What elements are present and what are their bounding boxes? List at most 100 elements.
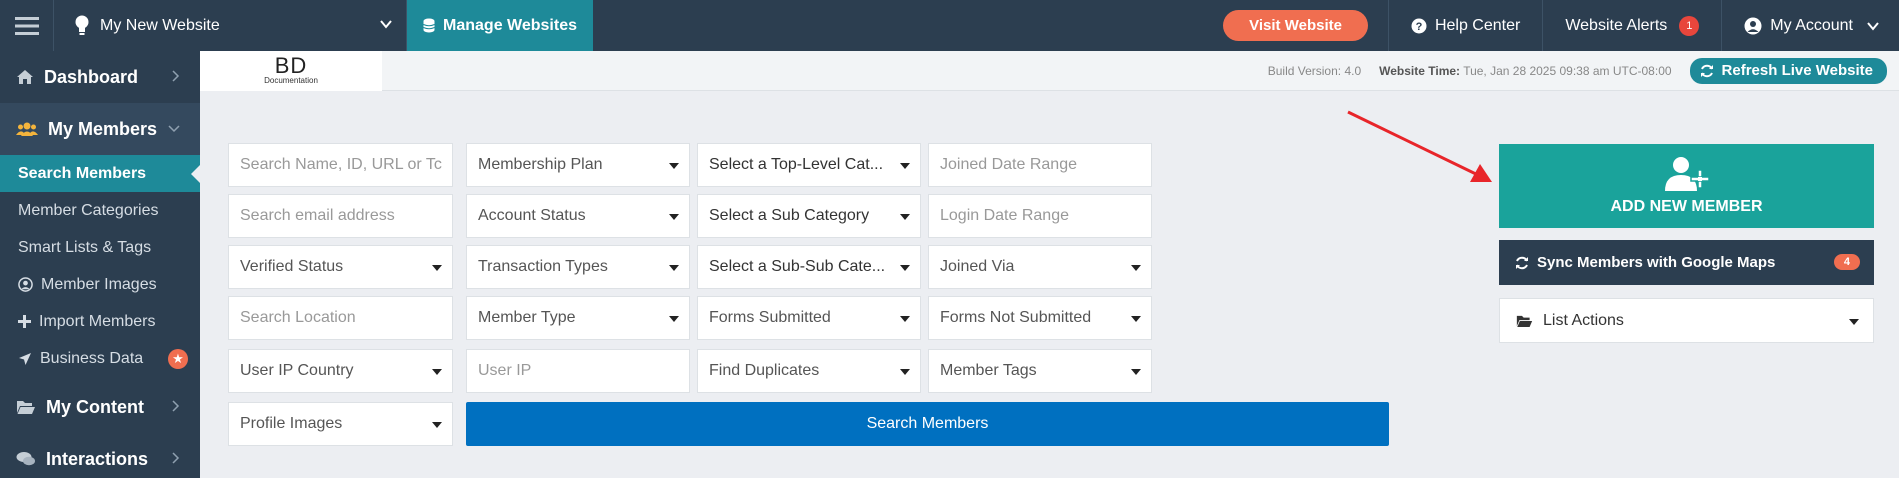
transaction-types-select[interactable]: Transaction Types (466, 245, 690, 289)
search-location-input[interactable]: Search Location (228, 296, 453, 340)
caret-down-icon (900, 214, 910, 220)
caret-down-icon (432, 369, 442, 375)
search-email-input[interactable]: Search email address (228, 194, 453, 238)
visit-website-button[interactable]: Visit Website (1223, 10, 1368, 41)
help-center-link[interactable]: ? Help Center (1387, 0, 1542, 51)
member-tags-select[interactable]: Member Tags (928, 349, 1152, 393)
sidebar-item-member-images[interactable]: Member Images (0, 266, 200, 303)
find-duplicates-select[interactable]: Find Duplicates (697, 349, 921, 393)
sidebar-item-my-content[interactable]: My Content (0, 381, 200, 433)
top-category-label: Select a Top-Level Cat... (709, 156, 884, 173)
sidebar-item-business-data[interactable]: Business Data ★ (0, 340, 200, 377)
member-categories-label: Member Categories (18, 201, 159, 219)
search-name-placeholder: Search Name, ID, URL or Tc (240, 156, 442, 173)
sub-category-label: Select a Sub Category (709, 207, 870, 224)
search-members-label: Search Members (18, 164, 147, 182)
joined-date-range-input[interactable]: Joined Date Range (928, 143, 1152, 187)
sidebar-item-smart-lists[interactable]: Smart Lists & Tags (0, 229, 200, 266)
login-date-placeholder: Login Date Range (940, 207, 1069, 224)
sidebar-item-search-members[interactable]: Search Members (0, 155, 201, 192)
smart-lists-label: Smart Lists & Tags (18, 238, 152, 256)
add-new-member-button[interactable]: ADD NEW MEMBER (1499, 144, 1874, 228)
joined-via-select[interactable]: Joined Via (928, 245, 1152, 289)
website-alerts-link[interactable]: Website Alerts 1 (1542, 0, 1721, 51)
forms-submitted-select[interactable]: Forms Submitted (697, 296, 921, 340)
sidebar-item-member-categories[interactable]: Member Categories (0, 192, 200, 229)
chevron-down-icon (1867, 22, 1879, 31)
search-name-input[interactable]: Search Name, ID, URL or Tc (228, 143, 453, 187)
caret-down-icon (669, 163, 679, 169)
membership-plan-select[interactable]: Membership Plan (466, 143, 690, 187)
database-icon (423, 18, 435, 33)
member-type-select[interactable]: Member Type (466, 296, 690, 340)
caret-down-icon (900, 163, 910, 169)
folder-open-icon (1516, 315, 1533, 327)
user-ip-country-select[interactable]: User IP Country (228, 349, 453, 393)
alerts-count-badge: 1 (1679, 15, 1700, 36)
menu-toggle-button[interactable] (0, 0, 54, 51)
site-logo[interactable]: BD Documentation (200, 50, 382, 91)
website-time: Website Time: Tue, Jan 28 2025 09:38 am … (1379, 64, 1671, 78)
refresh-live-website-label: Refresh Live Website (1721, 62, 1873, 79)
caret-down-icon (900, 265, 910, 271)
caret-down-icon (669, 214, 679, 220)
caret-down-icon (1849, 319, 1859, 325)
manage-websites-button[interactable]: Manage Websites (407, 0, 593, 51)
caret-down-icon (900, 316, 910, 322)
website-selector[interactable]: My New Website (54, 0, 407, 51)
users-icon (16, 122, 38, 136)
annotation-arrow (1347, 110, 1492, 182)
sidebar-item-dashboard[interactable]: Dashboard (0, 51, 200, 103)
joined-via-label: Joined Via (940, 258, 1015, 275)
profile-images-select[interactable]: Profile Images (228, 402, 453, 446)
folder-open-icon (17, 401, 35, 414)
website-time-label: Website Time: (1379, 63, 1461, 78)
comments-icon (16, 452, 35, 466)
sub-sub-category-select[interactable]: Select a Sub-Sub Cate... (697, 245, 921, 289)
manage-websites-label: Manage Websites (443, 16, 577, 34)
refresh-live-website-button[interactable]: Refresh Live Website (1689, 57, 1887, 84)
my-account-link[interactable]: My Account (1721, 0, 1899, 51)
refresh-icon (1516, 256, 1528, 269)
forms-not-submitted-label: Forms Not Submitted (940, 309, 1092, 326)
interactions-label: Interactions (46, 448, 149, 469)
business-data-label: Business Data (40, 349, 144, 367)
forms-not-submitted-select[interactable]: Forms Not Submitted (928, 296, 1152, 340)
caret-down-icon (669, 316, 679, 322)
sidebar-item-my-members[interactable]: My Members (0, 103, 200, 155)
chevron-right-icon (172, 70, 180, 82)
sub-category-select[interactable]: Select a Sub Category (697, 194, 921, 238)
sidebar-item-import-members[interactable]: Import Members (0, 303, 200, 340)
search-email-placeholder: Search email address (240, 207, 395, 224)
top-level-category-select[interactable]: Select a Top-Level Cat... (697, 143, 921, 187)
sub-sub-category-label: Select a Sub-Sub Cate... (709, 258, 886, 275)
user-circle-icon (1744, 17, 1762, 34)
star-icon: ★ (168, 349, 188, 369)
location-arrow-icon (19, 352, 31, 365)
chevron-right-icon (172, 400, 180, 412)
build-version: Build Version: 4.0 (1267, 63, 1362, 78)
sub-header: BD Documentation Build Version: 4.0 Webs… (200, 50, 1899, 91)
caret-down-icon (1131, 369, 1141, 375)
logo-subtitle: Documentation (264, 76, 318, 85)
search-members-button[interactable]: Search Members (466, 402, 1389, 446)
verified-status-label: Verified Status (240, 258, 344, 275)
caret-down-icon (900, 369, 910, 375)
account-status-select[interactable]: Account Status (466, 194, 690, 238)
verified-status-select[interactable]: Verified Status (228, 245, 453, 289)
sidebar-item-interactions[interactable]: Interactions (0, 433, 200, 478)
user-ip-input[interactable]: User IP (466, 349, 690, 393)
sync-google-maps-label: Sync Members with Google Maps (1537, 254, 1776, 271)
sync-google-maps-button[interactable]: Sync Members with Google Maps 4 (1499, 240, 1874, 285)
user-ip-country-label: User IP Country (240, 362, 354, 379)
list-actions-dropdown[interactable]: List Actions (1499, 298, 1874, 343)
import-members-label: Import Members (39, 312, 156, 330)
account-status-label: Account Status (478, 207, 586, 224)
dashboard-label: Dashboard (44, 66, 139, 87)
caret-down-icon (1131, 265, 1141, 271)
home-icon (17, 70, 33, 84)
login-date-range-input[interactable]: Login Date Range (928, 194, 1152, 238)
chevron-down-icon (168, 125, 180, 133)
profile-images-label: Profile Images (240, 415, 343, 432)
member-tags-label: Member Tags (940, 362, 1037, 379)
